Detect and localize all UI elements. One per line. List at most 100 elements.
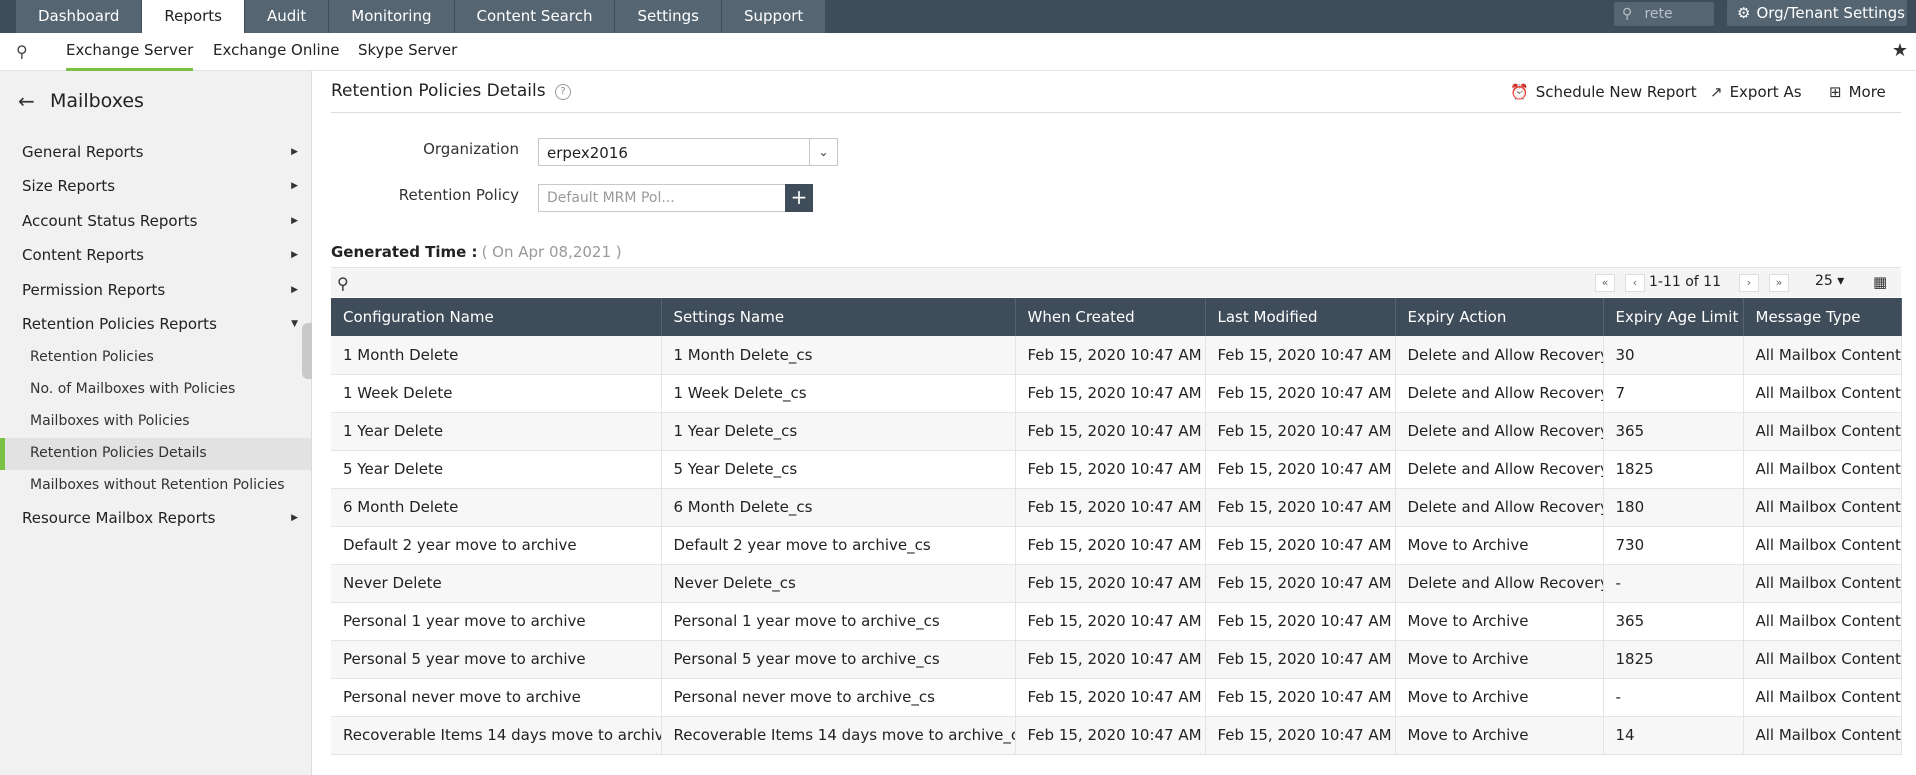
caret-right-icon: ▶ bbox=[291, 216, 298, 226]
last-page-button[interactable]: » bbox=[1769, 274, 1789, 292]
table-cell: Feb 15, 2020 10:47 AM bbox=[1015, 716, 1206, 755]
favorite-star-icon[interactable]: ★ bbox=[1892, 40, 1908, 61]
next-page-button[interactable]: › bbox=[1739, 274, 1759, 292]
sidebar-subitem-retention-policies-details[interactable]: Retention Policies Details bbox=[30, 445, 207, 461]
schedule-new-report-button[interactable]: ⏰ Schedule New Report bbox=[1510, 83, 1697, 101]
table-cell: Feb 15, 2020 10:47 AM bbox=[1205, 374, 1396, 413]
table-row: 5 Year Delete 5 Year Delete_cs Feb 15, 202… bbox=[331, 450, 1902, 489]
table-cell: Feb 15, 2020 10:47 AM bbox=[1205, 526, 1396, 565]
sidebar-subitem-mailboxes-with-policies[interactable]: Mailboxes with Policies bbox=[30, 413, 190, 429]
generated-time: Generated Time :( On Apr 08,2021 ) bbox=[331, 243, 622, 261]
sidebar-subitem-no-of-mailboxes-with-policies[interactable]: No. of Mailboxes with Policies bbox=[30, 381, 235, 397]
organization-label: Organization bbox=[423, 140, 519, 158]
generated-time-label: Generated Time : bbox=[331, 243, 478, 261]
sidebar-item-content-reports[interactable]: Content Reports ▶ bbox=[22, 246, 298, 264]
sidebar-item-permission-reports[interactable]: Permission Reports ▶ bbox=[22, 281, 298, 299]
column-header-configuration-name[interactable]: Configuration Name bbox=[331, 298, 662, 336]
subtab-exchange-online[interactable]: Exchange Online bbox=[213, 33, 339, 71]
table-cell: All Mailbox Content bbox=[1743, 678, 1902, 717]
tab-audit[interactable]: Audit bbox=[244, 0, 329, 33]
column-header-settings-name[interactable]: Settings Name bbox=[661, 298, 1016, 336]
global-search-input[interactable]: ⚲ rete bbox=[1614, 2, 1714, 26]
column-header-expiry-action[interactable]: Expiry Action bbox=[1395, 298, 1604, 336]
retention-policy-input[interactable] bbox=[539, 185, 779, 211]
table-cell: Move to Archive bbox=[1395, 678, 1604, 717]
tab-settings[interactable]: Settings bbox=[615, 0, 721, 33]
table-toolbar: ⚲ « ‹ 1-11 of 11 › » 25 ▾ ▦ bbox=[331, 267, 1901, 297]
sidebar-item-size-reports[interactable]: Size Reports ▶ bbox=[22, 177, 298, 195]
tab-support[interactable]: Support bbox=[722, 0, 826, 33]
search-value: rete bbox=[1644, 6, 1673, 22]
retention-policy-label: Retention Policy bbox=[398, 186, 519, 204]
table-cell: 365 bbox=[1603, 602, 1744, 641]
tab-dashboard[interactable]: Dashboard bbox=[16, 0, 142, 33]
sidebar-item-label: Account Status Reports bbox=[22, 212, 198, 230]
table-cell: 1 Year Delete bbox=[331, 412, 662, 451]
table-cell: Feb 15, 2020 10:47 AM bbox=[1205, 716, 1396, 755]
table-cell: Personal never move to archive bbox=[331, 678, 662, 717]
table-cell: Recoverable Items 14 days move to archiv… bbox=[331, 716, 662, 755]
table-cell: Move to Archive bbox=[1395, 602, 1604, 641]
sidebar-item-resource-mailbox-reports[interactable]: Resource Mailbox Reports ▶ bbox=[22, 509, 298, 527]
table-cell: Never Delete bbox=[331, 564, 662, 603]
help-icon[interactable]: ? bbox=[555, 84, 571, 100]
add-policy-button[interactable]: + bbox=[785, 184, 813, 212]
sidebar-subitem-retention-policies[interactable]: Retention Policies bbox=[30, 349, 154, 365]
back-arrow-icon[interactable]: ← bbox=[18, 89, 35, 113]
table-cell: Delete and Allow Recovery bbox=[1395, 450, 1604, 489]
table-cell: Feb 15, 2020 10:47 AM bbox=[1205, 488, 1396, 527]
sidebar-item-general-reports[interactable]: General Reports ▶ bbox=[22, 143, 298, 161]
tab-content-search[interactable]: Content Search bbox=[454, 0, 615, 33]
report-search-icon[interactable]: ⚲ bbox=[16, 42, 28, 61]
per-page-select[interactable]: 25 ▾ bbox=[1815, 273, 1844, 289]
more-button[interactable]: ⊞ More bbox=[1829, 83, 1886, 101]
table-row: Personal never move to archive Personal n… bbox=[331, 678, 1902, 717]
sidebar-subitem-mailboxes-without-retention-policies[interactable]: Mailboxes without Retention Policies bbox=[30, 477, 285, 493]
chevron-down-icon[interactable]: ⌄ bbox=[809, 139, 837, 165]
caret-right-icon: ▶ bbox=[291, 513, 298, 523]
sidebar-title: Mailboxes bbox=[50, 90, 144, 112]
column-settings-icon[interactable]: ▦ bbox=[1873, 273, 1887, 291]
subtab-skype-server[interactable]: Skype Server bbox=[358, 33, 457, 71]
retention-policy-field[interactable] bbox=[538, 184, 786, 212]
table-cell: All Mailbox Content bbox=[1743, 602, 1902, 641]
schedule-label: Schedule New Report bbox=[1535, 83, 1697, 101]
table-cell: 5 Year Delete bbox=[331, 450, 662, 489]
table-cell: 1 Week Delete bbox=[331, 374, 662, 413]
column-header-when-created[interactable]: When Created bbox=[1015, 298, 1206, 336]
first-page-button[interactable]: « bbox=[1595, 274, 1615, 292]
table-cell: 365 bbox=[1603, 412, 1744, 451]
prev-page-button[interactable]: ‹ bbox=[1625, 274, 1645, 292]
table-cell: Move to Archive bbox=[1395, 640, 1604, 679]
export-as-button[interactable]: ↗ Export As bbox=[1710, 83, 1802, 101]
sidebar: ← Mailboxes General Reports ▶ Size Repor… bbox=[0, 71, 312, 775]
sidebar-collapse-handle[interactable] bbox=[302, 323, 312, 379]
table-search-icon[interactable]: ⚲ bbox=[337, 274, 349, 293]
column-header-message-type[interactable]: Message Type bbox=[1743, 298, 1902, 336]
org-tenant-settings-button[interactable]: ⚙ Org/Tenant Settings bbox=[1727, 0, 1907, 26]
sidebar-item-label: General Reports bbox=[22, 143, 144, 161]
table-row: 1 Week Delete 1 Week Delete_cs Feb 15, 202… bbox=[331, 374, 1902, 413]
table-cell: Feb 15, 2020 10:47 AM bbox=[1205, 678, 1396, 717]
table-cell: All Mailbox Content bbox=[1743, 488, 1902, 527]
table-cell: - bbox=[1603, 564, 1744, 603]
tab-reports[interactable]: Reports bbox=[142, 0, 244, 33]
tab-monitoring[interactable]: Monitoring bbox=[329, 0, 454, 33]
table-cell: Feb 15, 2020 10:47 AM bbox=[1015, 336, 1206, 375]
table-cell: Feb 15, 2020 10:47 AM bbox=[1015, 374, 1206, 413]
column-header-expiry-age-limit[interactable]: Expiry Age Limit bbox=[1603, 298, 1744, 336]
column-header-last-modified[interactable]: Last Modified bbox=[1205, 298, 1396, 336]
table-body: 1 Month Delete 1 Month Delete_cs Feb 15, 2… bbox=[331, 336, 1902, 755]
subtab-exchange-server[interactable]: Exchange Server bbox=[66, 33, 194, 71]
table-row: 1 Month Delete 1 Month Delete_cs Feb 15, 2… bbox=[331, 336, 1902, 375]
sidebar-item-account-status-reports[interactable]: Account Status Reports ▶ bbox=[22, 212, 298, 230]
sub-navigation: ⚲ Exchange Server Exchange Online Skype … bbox=[0, 33, 1916, 71]
organization-select[interactable]: erpex2016 ⌄ bbox=[538, 138, 838, 166]
sidebar-item-retention-policies-reports[interactable]: Retention Policies Reports ▼ bbox=[22, 315, 298, 333]
table-cell: - bbox=[1603, 678, 1744, 717]
table-row: Personal 5 year move to archive Personal … bbox=[331, 640, 1902, 679]
export-icon: ↗ bbox=[1710, 83, 1723, 101]
table-cell: Move to Archive bbox=[1395, 526, 1604, 565]
table-cell: All Mailbox Content bbox=[1743, 412, 1902, 451]
table-row: 6 Month Delete 6 Month Delete_cs Feb 15, 2… bbox=[331, 488, 1902, 527]
